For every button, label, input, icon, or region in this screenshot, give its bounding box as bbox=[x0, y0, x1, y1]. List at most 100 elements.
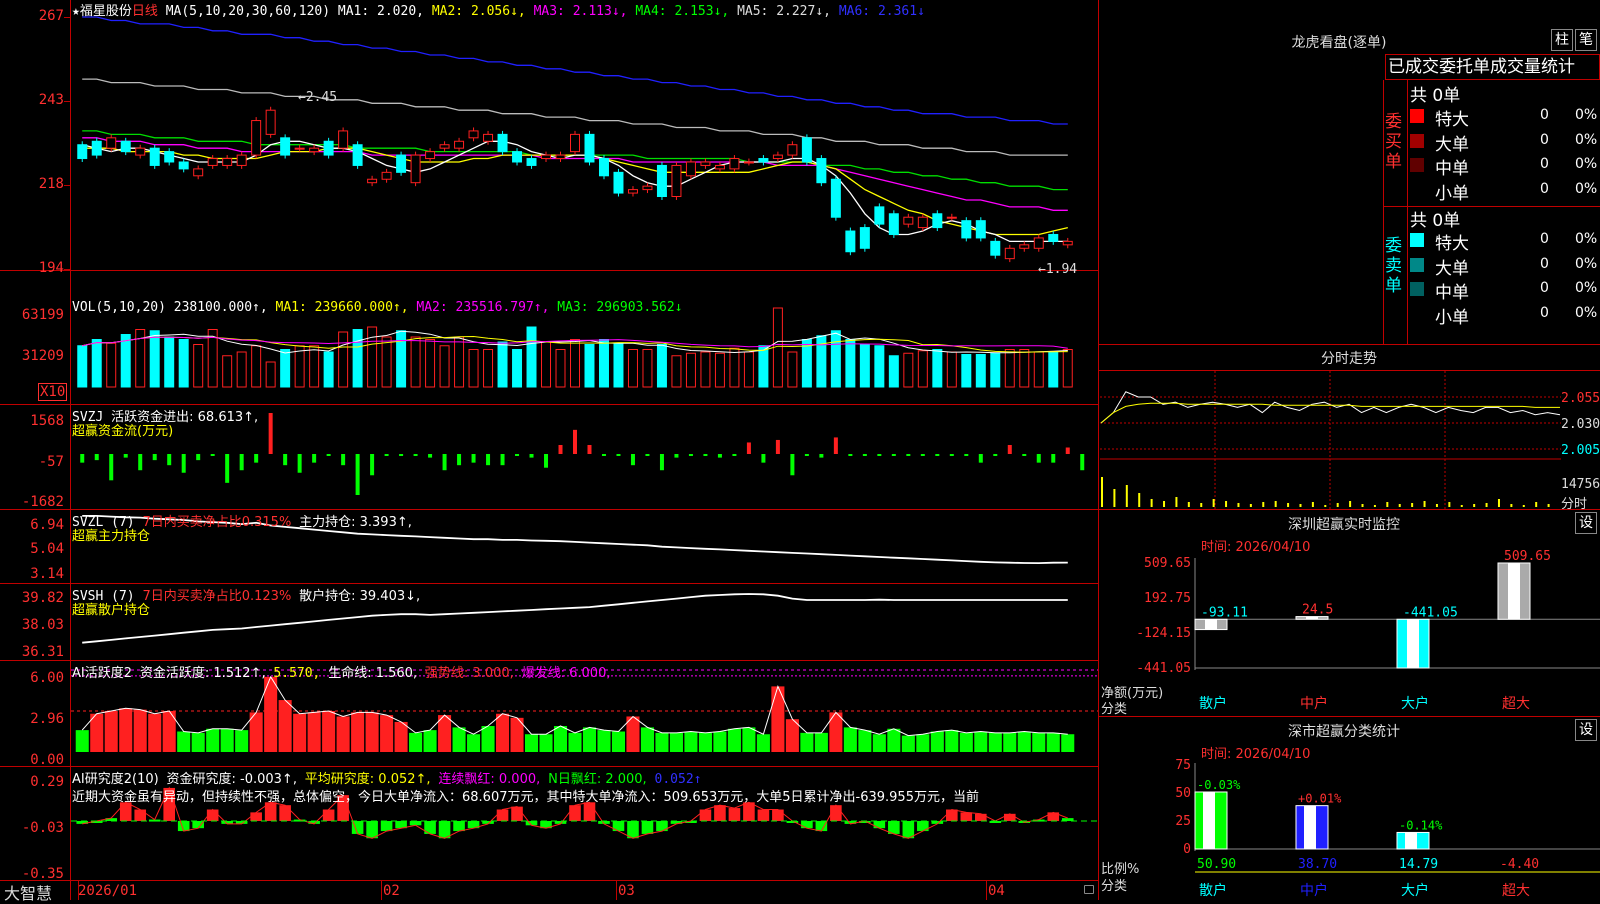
intraday-chart[interactable] bbox=[1100, 371, 1561, 509]
intraday-volume-bar bbox=[1187, 502, 1190, 507]
pen-view-button[interactable]: 笔 bbox=[1575, 29, 1597, 51]
class-category-label: 大户 bbox=[1401, 882, 1429, 899]
activity-bar bbox=[916, 734, 930, 752]
buy-swatch bbox=[1410, 133, 1424, 148]
sell-percent: 0% bbox=[1575, 304, 1598, 321]
intraday-volume-bar bbox=[1150, 499, 1153, 507]
candle bbox=[990, 240, 1001, 256]
candle bbox=[396, 154, 407, 173]
activity-bar bbox=[177, 731, 191, 752]
flow-bar bbox=[630, 454, 635, 466]
tab-filled[interactable]: 已成交 bbox=[1388, 57, 1439, 77]
sz-category-label: 散户 bbox=[1199, 695, 1227, 712]
volume-bar bbox=[454, 336, 465, 388]
flow-bar bbox=[486, 454, 491, 466]
buy-name: 特大 bbox=[1435, 110, 1469, 130]
date-axis-label: 2026/01 bbox=[78, 883, 138, 899]
volume-chart[interactable] bbox=[71, 271, 1098, 404]
activity-bar bbox=[959, 732, 973, 752]
ai-strong-line: 强势线: 3.000, bbox=[424, 666, 514, 681]
low-price-mark: ←1.94 bbox=[1038, 262, 1078, 277]
svzl-axis-label: 6.94 bbox=[30, 517, 64, 533]
flow-bar bbox=[442, 454, 447, 471]
buy-row[interactable]: 小单 0 0% bbox=[1410, 179, 1600, 204]
tab-orders[interactable]: 委托单 bbox=[1439, 57, 1490, 77]
volume-bar bbox=[120, 333, 131, 388]
date-axis-label: 04 bbox=[988, 883, 1005, 899]
candlestick-chart[interactable] bbox=[71, 0, 1098, 270]
sz-axis-label: 509.65 bbox=[1144, 556, 1191, 571]
flow-bar bbox=[1051, 454, 1056, 463]
intraday-volume-bar bbox=[1113, 489, 1116, 507]
research-bar bbox=[366, 821, 378, 839]
volume-bar bbox=[845, 338, 856, 388]
research-bar bbox=[699, 809, 712, 821]
sz-axis-label: -441.05 bbox=[1136, 661, 1191, 676]
volume-bar bbox=[77, 345, 88, 388]
lock-icon[interactable] bbox=[1084, 885, 1094, 894]
intraday-volume-bar bbox=[1386, 502, 1389, 507]
class-settings-button[interactable]: 设 bbox=[1575, 719, 1597, 741]
intraday-volume-bar bbox=[1423, 501, 1426, 507]
period-label[interactable]: 日线 bbox=[132, 4, 158, 19]
candle bbox=[598, 158, 609, 177]
buy-name: 大单 bbox=[1435, 134, 1469, 155]
intraday-axis-label: 2.055 bbox=[1561, 391, 1600, 406]
candle bbox=[917, 216, 928, 229]
sell-row[interactable]: 中单 0 0% bbox=[1410, 278, 1600, 303]
research-bar bbox=[757, 809, 770, 821]
intraday-volume-bar bbox=[1361, 504, 1364, 507]
flow-bar bbox=[775, 439, 780, 454]
volume-bar bbox=[758, 345, 769, 388]
research-bar bbox=[380, 821, 393, 832]
buy-name: 中单 bbox=[1435, 159, 1469, 179]
flow-bar bbox=[254, 454, 259, 463]
activity-bar bbox=[539, 734, 553, 752]
volume-bar bbox=[251, 345, 262, 388]
research-bar bbox=[409, 821, 422, 826]
sz-settings-button[interactable]: 设 bbox=[1575, 512, 1597, 534]
flow-bar bbox=[384, 454, 389, 456]
activity-bar bbox=[481, 726, 495, 752]
sz-xlabel: 分类 bbox=[1101, 702, 1128, 717]
sz-value-label: 509.65 bbox=[1504, 550, 1551, 564]
bar-view-button[interactable]: 柱 bbox=[1551, 29, 1573, 51]
buy-swatch bbox=[1410, 158, 1424, 172]
buy-row[interactable]: 中单 0 0% bbox=[1410, 154, 1600, 179]
star-icon[interactable]: ★ bbox=[72, 4, 80, 19]
activity-bar bbox=[742, 727, 756, 752]
svsh-axis-label: 36.31 bbox=[21, 644, 64, 660]
sz-axis-label: 192.75 bbox=[1144, 591, 1191, 606]
stock-name[interactable]: 福星股份 bbox=[80, 4, 132, 19]
sell-row[interactable]: 小单 0 0% bbox=[1410, 303, 1600, 328]
activity-bar bbox=[655, 732, 669, 752]
candle bbox=[483, 133, 494, 142]
sell-row[interactable]: 特大 0 0% bbox=[1410, 229, 1600, 254]
buy-row[interactable]: 特大 0 0% bbox=[1410, 105, 1600, 130]
flow-bar bbox=[891, 454, 896, 456]
tab-stats[interactable]: 统计 bbox=[1541, 57, 1575, 77]
svzj-axis-label: -57 bbox=[38, 454, 64, 470]
intraday-volume-bar bbox=[1299, 504, 1302, 507]
panel-divider bbox=[1099, 344, 1600, 345]
candle bbox=[280, 137, 291, 156]
class-stats-chart[interactable]: 75 50 25 0 -0.03% 50.90 散户 +0.01% 38.70 中户 -0.14% 1… bbox=[1099, 755, 1600, 900]
sell-row[interactable]: 大单 0 0% bbox=[1410, 254, 1600, 279]
flow-bar bbox=[268, 413, 273, 454]
activity-bar bbox=[423, 730, 437, 752]
tab-volume[interactable]: 成交量 bbox=[1490, 57, 1541, 77]
volume-bar bbox=[483, 348, 494, 388]
activity-bar bbox=[611, 731, 625, 752]
research-bar bbox=[627, 821, 639, 839]
candle bbox=[439, 144, 450, 149]
intraday-volume-bar bbox=[1448, 502, 1451, 507]
volume-bar bbox=[425, 338, 436, 388]
volume-bar bbox=[917, 350, 928, 388]
class-value-label: 38.70 bbox=[1298, 857, 1337, 872]
buy-swatch bbox=[1410, 109, 1424, 123]
flow-bar bbox=[312, 454, 317, 463]
buy-row[interactable]: 大单 0 0% bbox=[1410, 130, 1600, 155]
sz-value-label: -93.11 bbox=[1201, 605, 1248, 620]
intraday-axis-label: 2.030 bbox=[1561, 417, 1600, 432]
sz-monitor-chart[interactable]: 509.65 192.75 -124.15 -441.05 -93.11 散户 24.5 中户… bbox=[1099, 550, 1600, 720]
